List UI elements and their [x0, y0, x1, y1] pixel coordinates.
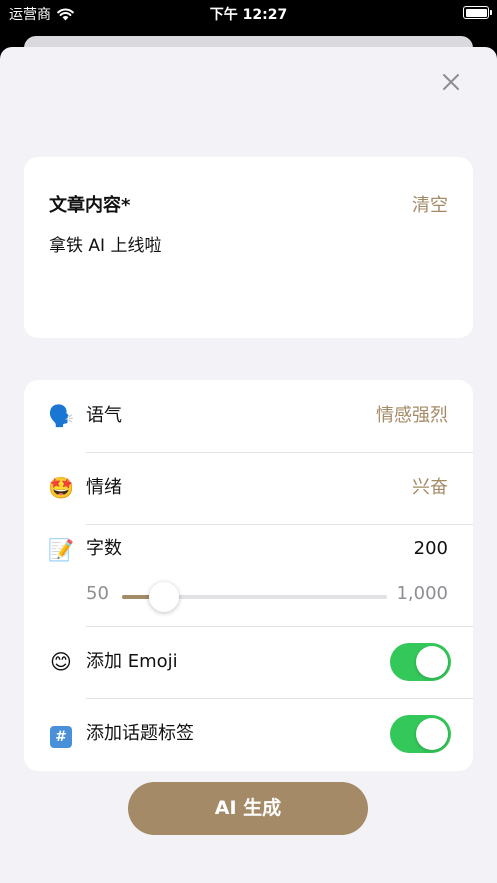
- slider-thumb[interactable]: [149, 582, 180, 612]
- battery-icon: [463, 6, 492, 19]
- add-hashtags-label: 添加话题标签: [86, 723, 194, 744]
- tone-label: 语气: [86, 405, 122, 426]
- modal-sheet: 文章内容* 清空 拿铁 AI 上线啦 🗣️ 语气 情感强烈 🤩 情绪 兴奋 📝 …: [0, 47, 497, 883]
- toggle-knob: [416, 646, 448, 678]
- settings-card: 🗣️ 语气 情感强烈 🤩 情绪 兴奋 📝 字数 200 50 1,000 😊 添…: [24, 380, 473, 771]
- article-title: 文章内容*: [49, 195, 131, 216]
- add-hashtags-toggle[interactable]: [390, 715, 451, 753]
- close-icon[interactable]: [439, 70, 463, 94]
- speaking-head-icon: 🗣️: [48, 404, 75, 428]
- star-struck-icon: 🤩: [48, 476, 75, 500]
- clear-button[interactable]: 清空: [412, 191, 448, 217]
- ai-generate-button[interactable]: AI 生成: [128, 782, 368, 835]
- word-count-value: 200: [413, 538, 448, 559]
- mood-value[interactable]: 兴奋: [412, 475, 448, 501]
- tone-value[interactable]: 情感强烈: [376, 403, 448, 429]
- mood-row[interactable]: 🤩 情绪 兴奋: [24, 452, 473, 524]
- add-hashtags-row: # 添加话题标签: [24, 698, 473, 770]
- hashtag-icon: #: [48, 722, 74, 748]
- memo-icon: 📝: [48, 538, 75, 562]
- word-count-label: 字数: [86, 538, 122, 559]
- add-emoji-row: 😊 添加 Emoji: [24, 626, 473, 698]
- tone-row[interactable]: 🗣️ 语气 情感强烈: [24, 380, 473, 452]
- slider-min-label: 50: [86, 583, 109, 604]
- add-emoji-toggle[interactable]: [390, 643, 451, 681]
- mood-label: 情绪: [86, 477, 122, 498]
- slider-max-label: 1,000: [396, 583, 448, 604]
- word-count-slider[interactable]: [122, 582, 387, 612]
- article-card: 文章内容* 清空 拿铁 AI 上线啦: [24, 157, 473, 338]
- add-emoji-label: 添加 Emoji: [86, 651, 178, 672]
- hashtag-badge: #: [50, 726, 72, 748]
- article-content-input[interactable]: 拿铁 AI 上线啦: [49, 231, 161, 256]
- smiling-face-icon: 😊: [50, 650, 72, 674]
- toggle-knob: [416, 718, 448, 750]
- clock: 下午 12:27: [209, 7, 288, 23]
- word-count-row: 📝 字数 200 50 1,000: [24, 524, 473, 626]
- status-bar: 运营商 下午 12:27: [0, 0, 497, 26]
